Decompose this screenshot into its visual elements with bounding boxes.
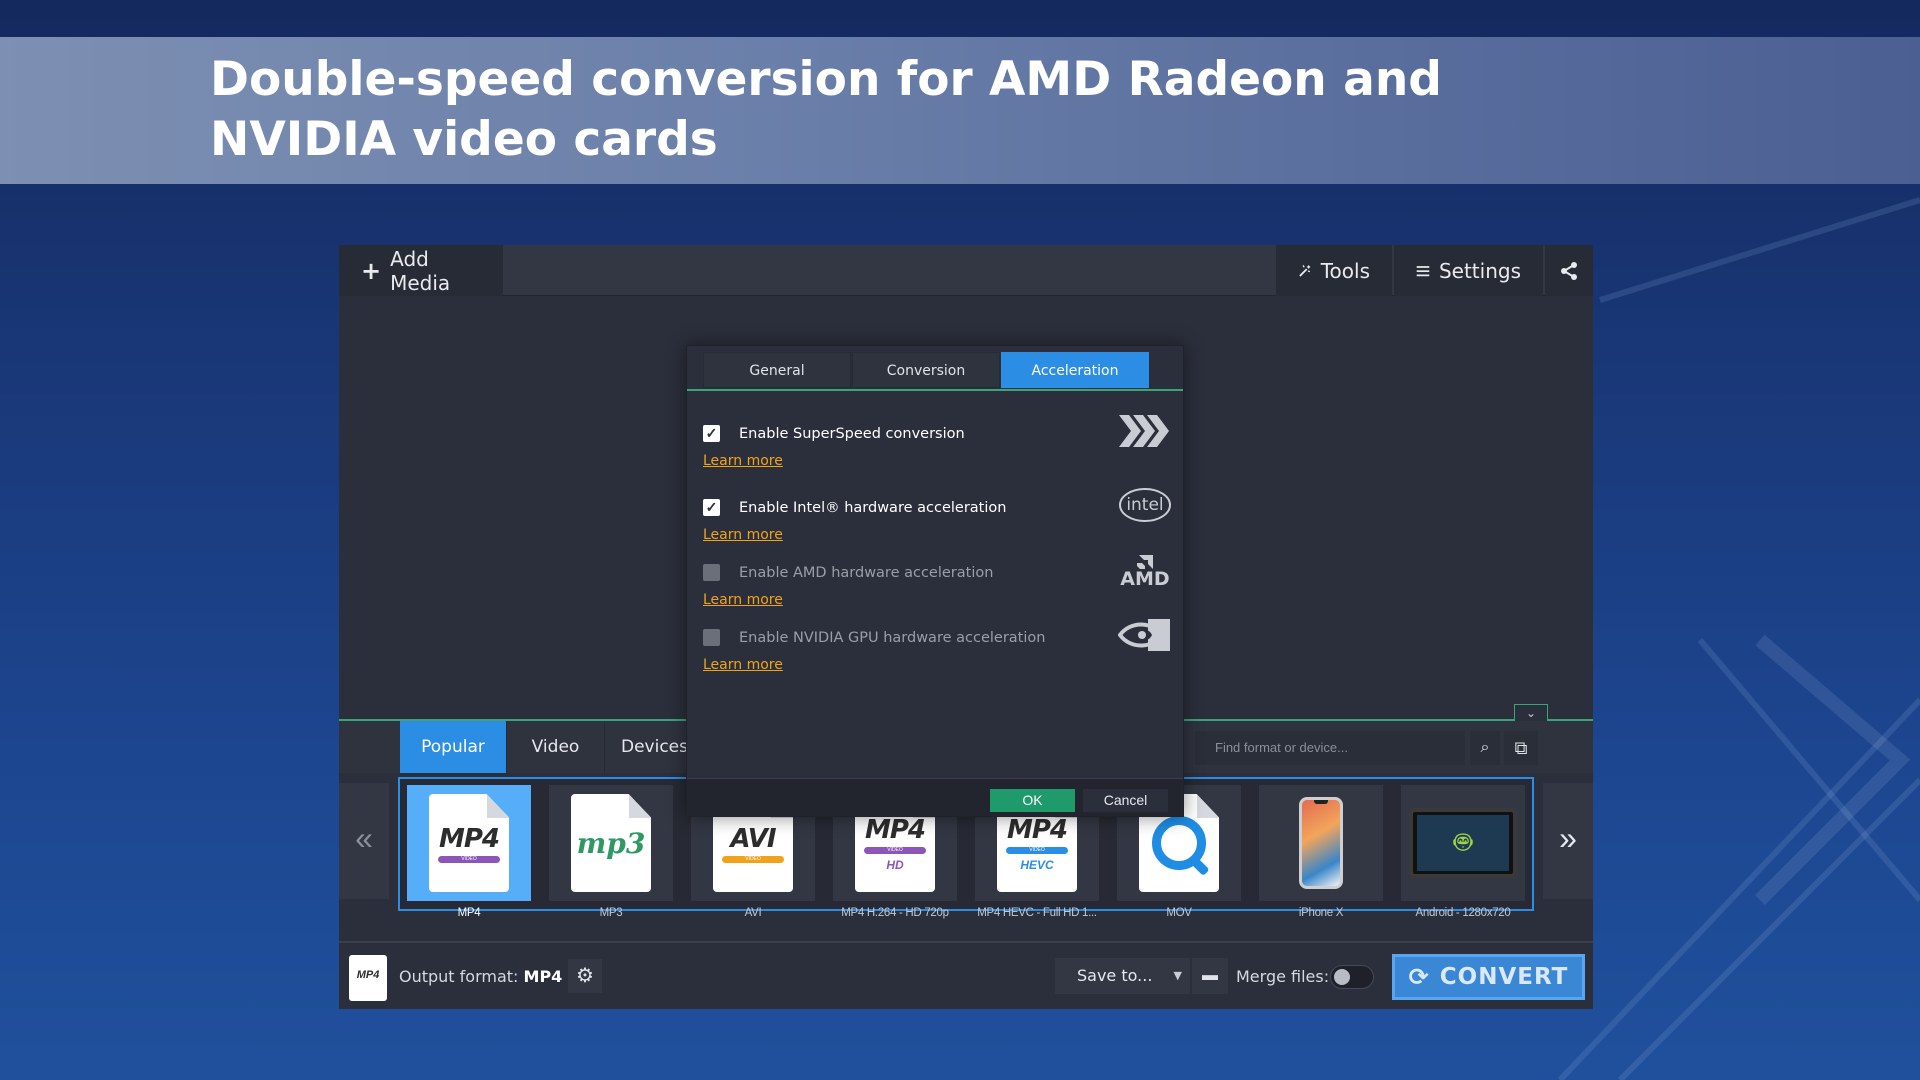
gear-icon: ⚙: [576, 965, 594, 987]
open-folder-button[interactable]: ▬: [1192, 958, 1228, 994]
amd-logo-icon: AMD: [1117, 550, 1173, 594]
tile-icon-text: AVI: [730, 823, 776, 854]
tile-label: MP4 HEVC - Full HD 1...: [977, 907, 1097, 919]
output-settings-button[interactable]: ⚙: [568, 959, 602, 993]
intel-checkbox[interactable]: ✓: [703, 499, 720, 516]
convert-button[interactable]: ⟳ CONVERT: [1392, 954, 1585, 1000]
amd-checkbox[interactable]: [703, 564, 720, 581]
convert-label: CONVERT: [1439, 964, 1569, 990]
tile-label: Android - 1280x720: [1415, 907, 1511, 919]
superspeed-chevrons-icon: [1117, 409, 1173, 453]
output-format-icon[interactable]: MP4: [349, 955, 387, 1001]
superspeed-checkbox[interactable]: ✓: [703, 425, 720, 442]
search-button[interactable]: ⌕: [1470, 731, 1500, 765]
tile-icon-text: MP4: [864, 814, 926, 845]
collapse-panel-button[interactable]: ⌄: [1514, 704, 1548, 721]
tab-general[interactable]: General: [703, 352, 851, 388]
format-search-input[interactable]: Find format or device...: [1195, 731, 1465, 765]
nvidia-checkbox[interactable]: [703, 629, 720, 646]
toggle-knob: [1334, 969, 1350, 985]
mp4-file-icon: MP4 VIDEO: [429, 794, 509, 892]
tile-icon-text: mp3: [576, 826, 646, 860]
format-tile-mp4[interactable]: MP4 VIDEO MP4: [407, 785, 531, 919]
tile-label: MP3: [599, 907, 623, 919]
tile-icon-band: VIDEO: [722, 855, 784, 863]
amd-learn-more-link[interactable]: Learn more: [703, 592, 783, 608]
tile-label: MOV: [1166, 907, 1192, 919]
tile-icon-band: VIDEO: [438, 855, 500, 863]
settings-label: Settings: [1438, 258, 1521, 283]
cancel-button[interactable]: Cancel: [1083, 789, 1168, 812]
tile-icon-text: MP4: [1006, 814, 1068, 845]
merge-files-toggle[interactable]: [1330, 965, 1374, 989]
add-media-label: Add Media: [390, 246, 451, 295]
tools-label: Tools: [1320, 258, 1370, 283]
search-icon: ⌕: [1480, 739, 1490, 756]
folder-icon: ▬: [1202, 967, 1218, 984]
tab-popular[interactable]: Popular: [400, 721, 507, 773]
refresh-icon: ⟳: [1408, 963, 1430, 991]
plus-icon: +: [361, 256, 382, 285]
superspeed-learn-more-link[interactable]: Learn more: [703, 453, 783, 469]
tile-icon-text: MP4: [438, 823, 500, 854]
dialog-tab-underline: [687, 389, 1183, 391]
tools-button[interactable]: Tools: [1276, 245, 1392, 296]
tile-icon-band: VIDEO: [1006, 846, 1068, 854]
superspeed-label: Enable SuperSpeed conversion: [739, 426, 965, 442]
quicktime-logo-icon: [1152, 816, 1206, 870]
menu-icon: [1416, 265, 1430, 276]
double-chevron-down-icon: ⌄: [1525, 706, 1537, 720]
amd-label: Enable AMD hardware acceleration: [739, 565, 994, 581]
ok-button[interactable]: OK: [990, 789, 1075, 812]
intel-logo-icon: intel: [1117, 483, 1173, 527]
banner-title: Double-speed conversion for AMD Radeon a…: [210, 52, 1442, 167]
share-button[interactable]: [1545, 245, 1593, 296]
tile-label: AVI: [744, 907, 762, 919]
nvidia-learn-more-link[interactable]: Learn more: [703, 657, 783, 673]
caret-down-icon: ▼: [1173, 969, 1182, 982]
device-search-icon: ⧉: [1514, 738, 1528, 758]
bottom-bar: MP4 Output format: MP4 ⚙ Save to... ▼ ▬ …: [339, 941, 1593, 1009]
prev-formats-button[interactable]: «: [339, 783, 389, 899]
tab-conversion[interactable]: Conversion: [852, 352, 1000, 388]
dialog-tabs: General Conversion Acceleration: [703, 352, 1165, 388]
output-format-label: Output format: MP4: [399, 967, 562, 986]
android-icon: 🤖︎: [1454, 826, 1472, 859]
android-tablet-icon: 🤖︎: [1409, 808, 1517, 878]
amd-logo-text: AMD: [1120, 568, 1170, 590]
tile-label: MP4 H.264 - HD 720p: [841, 907, 949, 919]
top-toolbar: + Add Media Tools Settings: [339, 245, 1593, 296]
tile-icon-sub: HD: [886, 857, 904, 872]
iphone-icon: [1299, 797, 1343, 889]
tab-acceleration[interactable]: Acceleration: [1001, 352, 1149, 388]
save-to-dropdown[interactable]: Save to... ▼: [1055, 958, 1190, 994]
format-tile-android[interactable]: 🤖︎ Android - 1280x720: [1401, 785, 1525, 919]
preferences-dialog: General Conversion Acceleration ✓ Enable…: [686, 345, 1184, 817]
share-icon: [1561, 261, 1577, 280]
save-to-label: Save to...: [1077, 966, 1153, 985]
magic-wand-icon: [1299, 264, 1311, 277]
output-format-caption: Output format:: [399, 967, 519, 986]
format-tile-iphone-x[interactable]: iPhone X: [1259, 785, 1383, 919]
nvidia-logo-icon: [1117, 613, 1173, 657]
format-tile-mp3[interactable]: mp3 MP3: [549, 785, 673, 919]
next-formats-button[interactable]: »: [1543, 783, 1593, 899]
intel-label: Enable Intel® hardware acceleration: [739, 500, 1007, 516]
intel-learn-more-link[interactable]: Learn more: [703, 527, 783, 543]
detect-device-button[interactable]: ⧉: [1504, 731, 1538, 765]
tab-video[interactable]: Video: [507, 721, 605, 773]
merge-files-label: Merge files:: [1236, 967, 1330, 986]
settings-button[interactable]: Settings: [1394, 245, 1543, 296]
intel-logo-text: intel: [1126, 495, 1164, 515]
add-media-button[interactable]: + Add Media: [339, 245, 503, 296]
mp3-file-icon: mp3: [571, 794, 651, 892]
tile-icon-sub: HEVC: [1020, 857, 1054, 872]
output-format-value: MP4: [523, 967, 563, 986]
dialog-footer: OK Cancel: [687, 778, 1183, 816]
tile-icon-band: VIDEO: [864, 846, 926, 854]
nvidia-label: Enable NVIDIA GPU hardware acceleration: [739, 630, 1046, 646]
tile-label: iPhone X: [1298, 907, 1344, 919]
tile-label: MP4: [457, 907, 481, 919]
